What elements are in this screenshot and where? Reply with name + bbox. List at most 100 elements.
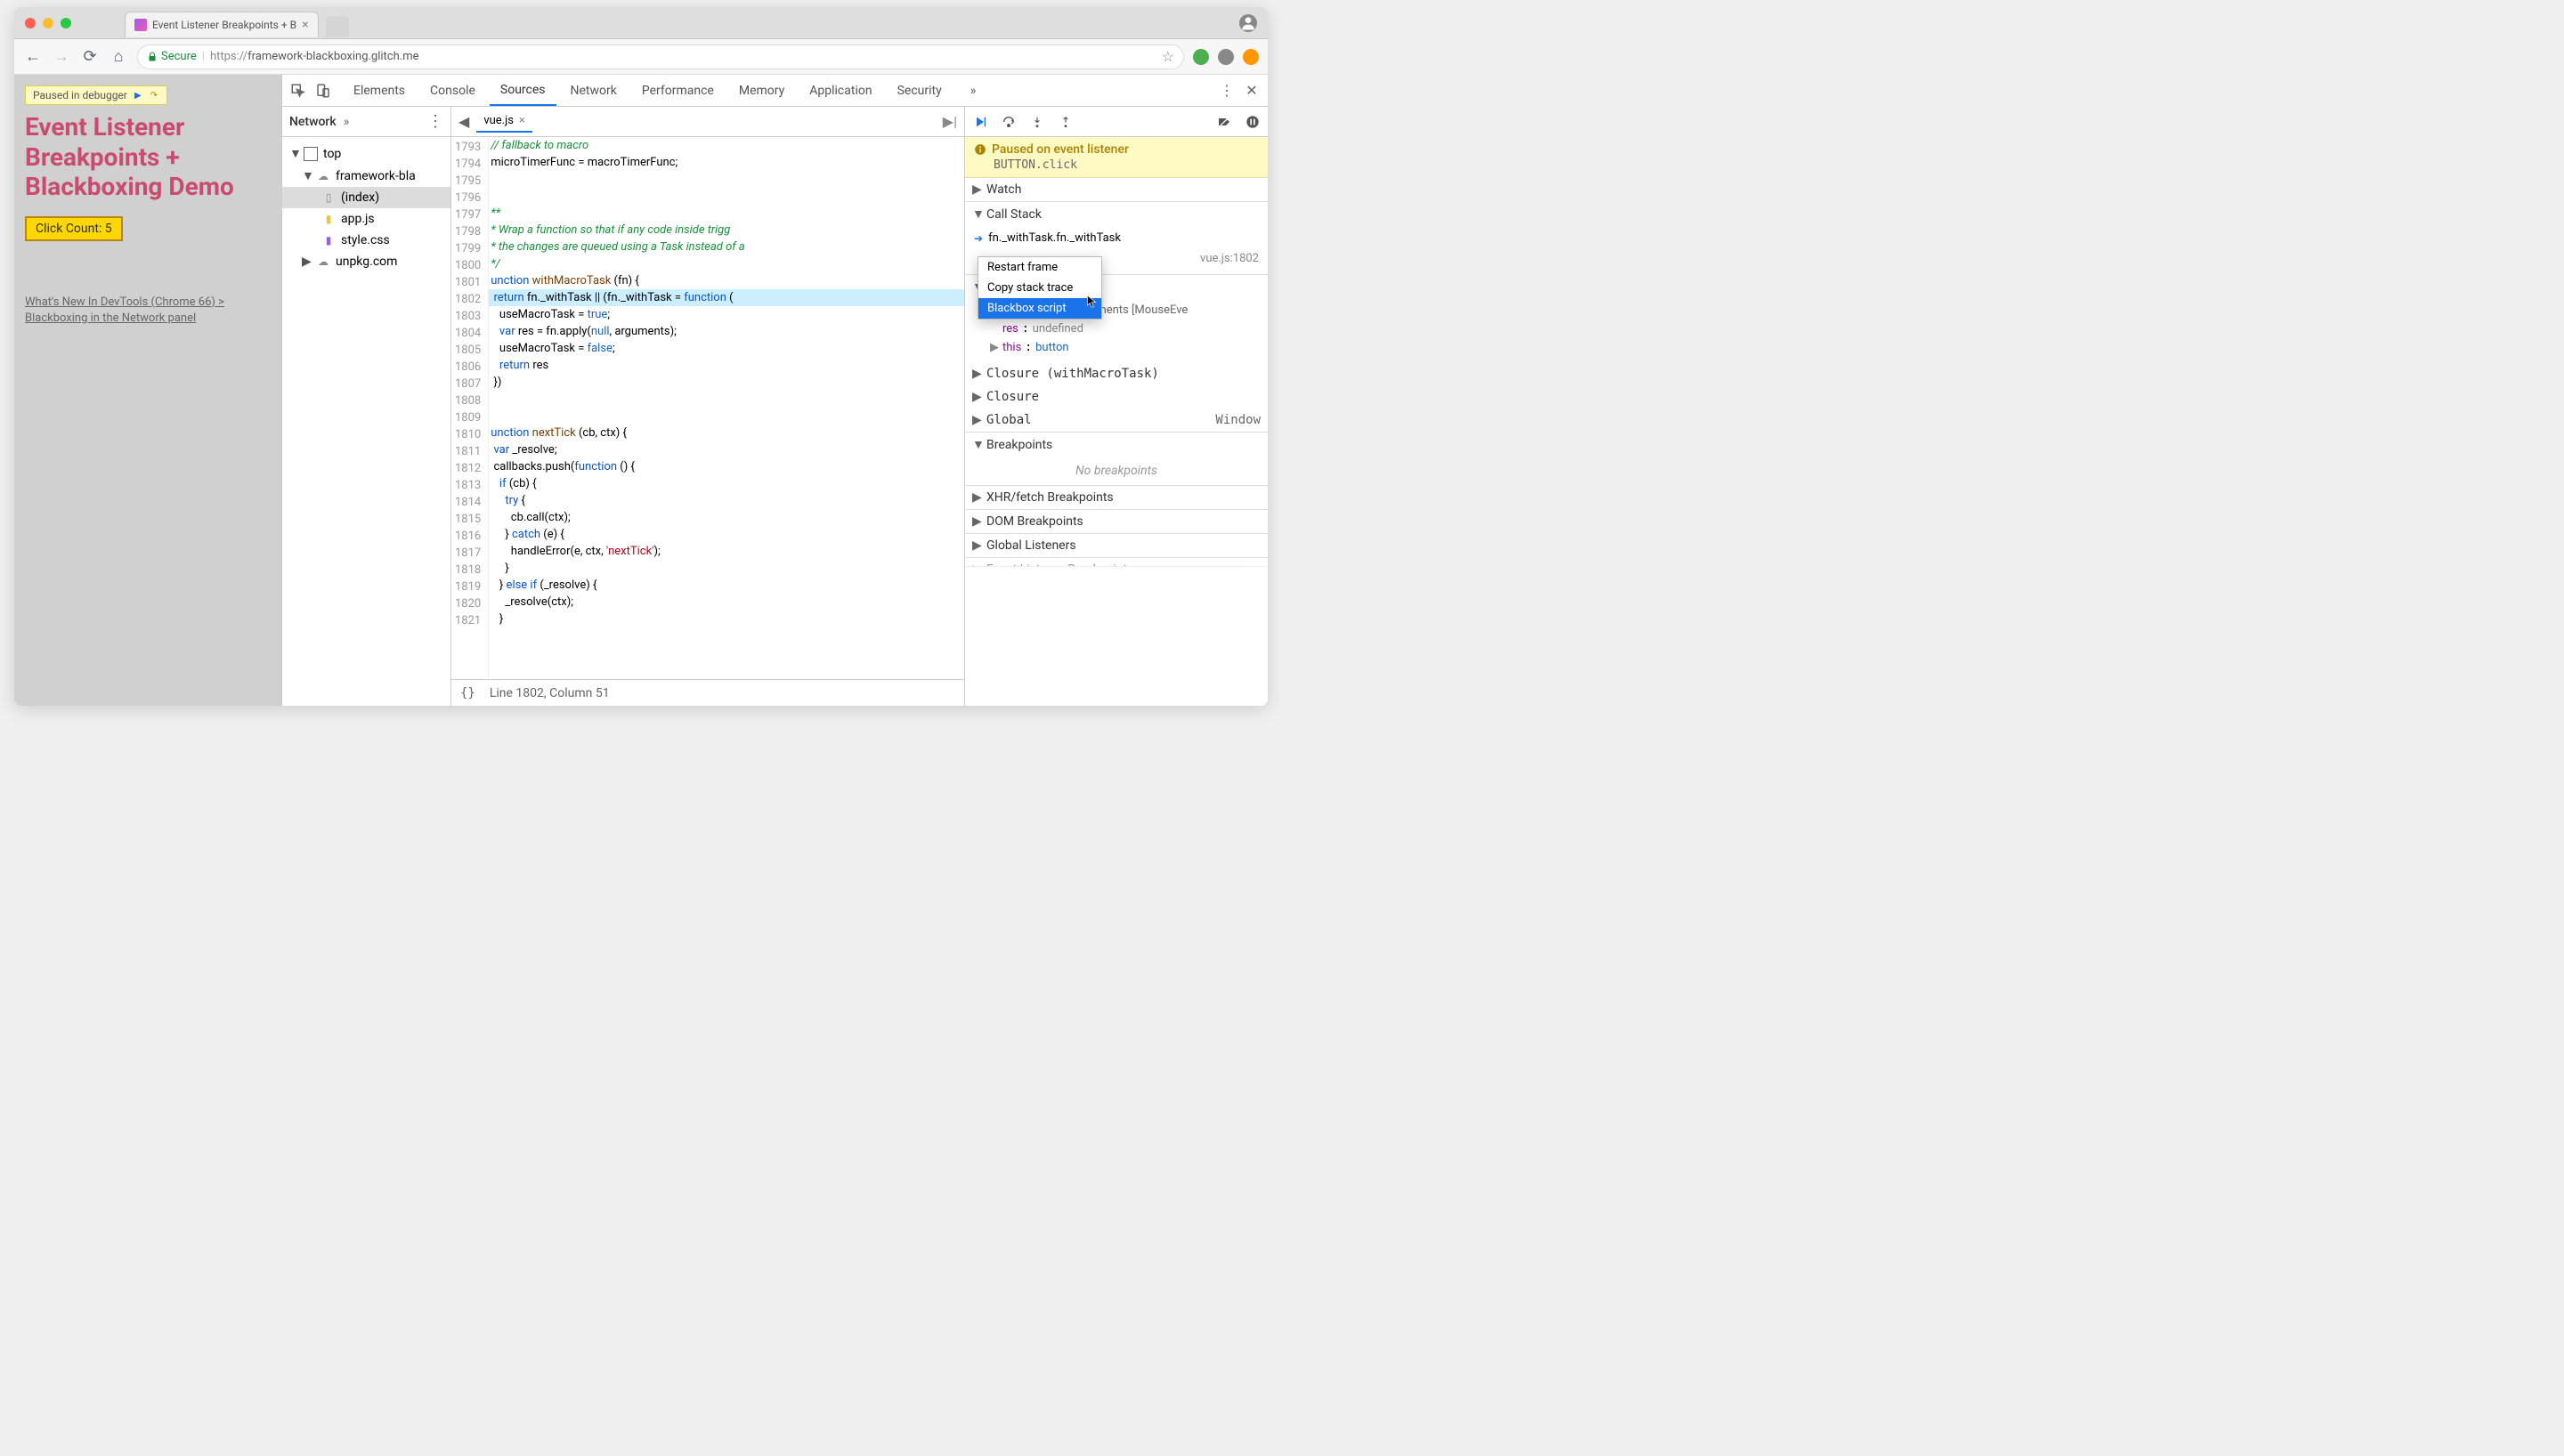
- address-bar: ← → ⟳ ⌂ Secure | https://framework-black…: [14, 39, 1268, 75]
- tree-file-appjs[interactable]: ▮ app.js: [282, 208, 450, 230]
- forward-button[interactable]: →: [52, 47, 71, 67]
- reload-button[interactable]: ⟳: [80, 47, 100, 67]
- titlebar: Event Listener Breakpoints + B ×: [14, 7, 1268, 39]
- page-title: Event Listener Breakpoints + Blackboxing…: [25, 112, 271, 202]
- xhr-breakpoints-section[interactable]: ▶XHR/fetch Breakpoints: [965, 486, 1268, 510]
- line-gutter: 17931794179517961797 1798179918001801180…: [451, 137, 489, 679]
- tab-sources[interactable]: Sources: [490, 76, 556, 106]
- tab-security[interactable]: Security: [887, 77, 953, 105]
- global-listeners-section[interactable]: ▶Global Listeners: [965, 534, 1268, 558]
- resume-icon[interactable]: ▶: [133, 90, 143, 101]
- scope-closure1[interactable]: ▶Closure (withMacroTask): [965, 362, 1268, 385]
- pause-banner: Paused on event listener BUTTON.click: [965, 137, 1268, 178]
- tree-top[interactable]: ▼ top: [282, 142, 450, 165]
- page-view: Paused in debugger ▶ ↷ Event Listener Br…: [14, 75, 281, 706]
- nav-back-icon[interactable]: ◀: [458, 113, 469, 130]
- back-button[interactable]: ←: [23, 47, 43, 67]
- event-listener-breakpoints-section[interactable]: ▶Event Listener Breakpoints: [965, 558, 1268, 567]
- browser-tab[interactable]: Event Listener Breakpoints + B ×: [125, 12, 319, 37]
- browser-window: Event Listener Breakpoints + B × ← → ⟳ ⌂…: [14, 7, 1268, 706]
- tab-performance[interactable]: Performance: [631, 77, 725, 105]
- ctx-copy-stack-trace[interactable]: Copy stack trace: [978, 278, 1101, 298]
- favicon: [134, 19, 147, 31]
- paused-badge: Paused in debugger ▶ ↷: [25, 85, 167, 105]
- context-menu: Restart frame Copy stack trace Blackbox …: [978, 256, 1102, 320]
- step-out-button[interactable]: [1058, 114, 1074, 130]
- tree-domain[interactable]: ▼☁ framework-bla: [282, 165, 450, 187]
- devtools-close-icon[interactable]: ✕: [1243, 82, 1261, 100]
- user-avatar[interactable]: [1239, 14, 1257, 32]
- code-panel: ◀ vue.js × ▶| 17931794179517961797 17981…: [451, 107, 965, 706]
- code-editor[interactable]: 17931794179517961797 1798179918001801180…: [451, 137, 964, 679]
- current-frame-icon: ➔: [974, 232, 983, 245]
- tree-file-stylecss[interactable]: ▮ style.css: [282, 230, 450, 251]
- css-file-icon: ▮: [321, 233, 336, 247]
- extension-icon[interactable]: [1243, 49, 1259, 65]
- browser-tabs: Event Listener Breakpoints + B ×: [125, 9, 349, 37]
- extension-icons: [1193, 49, 1259, 65]
- step-into-button[interactable]: [1029, 114, 1045, 130]
- close-window-button[interactable]: [25, 18, 36, 28]
- code-tab-vuejs[interactable]: vue.js ×: [476, 110, 532, 133]
- navigator-overflow-icon[interactable]: »: [344, 115, 350, 129]
- tabs-overflow-icon[interactable]: »: [960, 77, 987, 105]
- bookmark-star-icon[interactable]: ☆: [1162, 48, 1174, 65]
- scope-closure2[interactable]: ▶Closure: [965, 385, 1268, 408]
- scope-global[interactable]: ▶GlobalWindow: [965, 408, 1268, 432]
- run-snippet-icon[interactable]: ▶|: [943, 113, 957, 130]
- js-file-icon: ▮: [321, 212, 336, 226]
- devtools-menu-icon[interactable]: ⋮: [1218, 82, 1236, 100]
- tab-memory[interactable]: Memory: [728, 77, 795, 105]
- dom-breakpoints-section[interactable]: ▶DOM Breakpoints: [965, 510, 1268, 534]
- deactivate-breakpoints-button[interactable]: [1216, 114, 1232, 130]
- click-count-button[interactable]: Click Count: 5: [25, 216, 123, 241]
- new-tab-button[interactable]: [326, 16, 349, 37]
- tree-domain-unpkg[interactable]: ▶☁ unpkg.com: [282, 251, 450, 272]
- traffic-lights: [25, 18, 71, 28]
- code-lines: // fallback to macro microTimerFunc = ma…: [489, 137, 964, 679]
- file-tree: ▼ top ▼☁ framework-bla ▯ (index) ▮: [282, 137, 450, 278]
- resume-button[interactable]: [972, 114, 988, 130]
- tab-network[interactable]: Network: [560, 77, 628, 105]
- step-over-button[interactable]: [1001, 114, 1017, 130]
- ctx-restart-frame[interactable]: Restart frame: [978, 257, 1101, 278]
- scope-this[interactable]: ▶this: button: [965, 338, 1268, 357]
- minimize-window-button[interactable]: [43, 18, 53, 28]
- tab-close-button[interactable]: ×: [302, 18, 308, 32]
- tab-application[interactable]: Application: [799, 77, 882, 105]
- info-icon: [974, 143, 986, 156]
- tree-file-index[interactable]: ▯ (index): [282, 187, 450, 208]
- cursor-position: Line 1802, Column 51: [490, 686, 610, 700]
- watch-section[interactable]: ▶Watch: [965, 178, 1268, 202]
- tab-title: Event Listener Breakpoints + B: [152, 19, 296, 31]
- scope-res: res: undefined: [965, 320, 1268, 338]
- device-mode-icon[interactable]: [314, 82, 332, 100]
- maximize-window-button[interactable]: [61, 18, 71, 28]
- content-area: Paused in debugger ▶ ↷ Event Listener Br…: [14, 75, 1268, 706]
- stack-frame[interactable]: ➔ fn._withTask.fn._withTask: [965, 228, 1268, 248]
- url-field[interactable]: Secure | https://framework-blackboxing.g…: [137, 44, 1184, 69]
- inspect-element-icon[interactable]: [289, 82, 307, 100]
- step-icon[interactable]: ↷: [149, 90, 159, 101]
- cloud-icon: ☁: [316, 169, 330, 183]
- footer-link[interactable]: What's New In DevTools (Chrome 66) > Bla…: [25, 295, 271, 327]
- debugger-toolbar: [965, 107, 1268, 137]
- navigator-menu-icon[interactable]: ⋮: [427, 112, 443, 131]
- extension-icon[interactable]: [1218, 49, 1234, 65]
- navigator-tabs: Network » ⋮: [282, 107, 450, 137]
- pretty-print-icon[interactable]: {}: [460, 686, 475, 700]
- navigator-panel: Network » ⋮ ▼ top ▼☁ framework-bla: [282, 107, 451, 706]
- close-tab-icon[interactable]: ×: [519, 114, 525, 127]
- cloud-icon: ☁: [316, 255, 330, 269]
- home-button[interactable]: ⌂: [109, 47, 128, 67]
- debugger-panel: Paused on event listener BUTTON.click ▶W…: [965, 107, 1268, 706]
- tab-console[interactable]: Console: [419, 77, 486, 105]
- pause-exceptions-button[interactable]: [1245, 114, 1261, 130]
- editor-statusbar: {} Line 1802, Column 51: [451, 679, 964, 706]
- tab-elements[interactable]: Elements: [343, 77, 416, 105]
- ctx-blackbox-script[interactable]: Blackbox script: [978, 298, 1101, 319]
- extension-icon[interactable]: [1193, 49, 1209, 65]
- devtools-tabbar: Elements Console Sources Network Perform…: [282, 75, 1268, 107]
- navigator-tab-network[interactable]: Network: [289, 115, 337, 129]
- sources-body: Network » ⋮ ▼ top ▼☁ framework-bla: [282, 107, 1268, 706]
